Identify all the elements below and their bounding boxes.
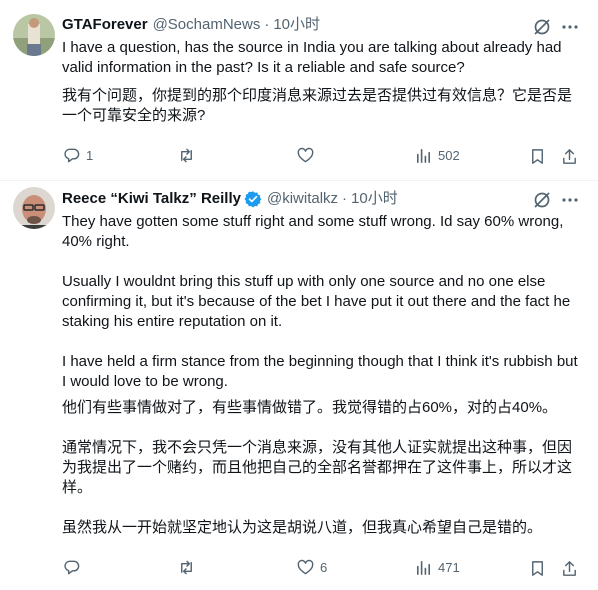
timestamp[interactable]: 10小时 [273,15,320,35]
views-button[interactable]: 471 [414,558,460,577]
separator-dot: · [342,190,348,207]
avatar[interactable] [13,187,55,229]
display-name[interactable]: GTAForever [62,15,148,35]
tweet-text-en-3: I have held a firm stance from the begin… [62,353,582,390]
retweet-button[interactable] [177,558,201,577]
tweet-text-zh-2: 通常情况下，我不会只凭一个消息来源，没有其他人证实就提出这种事，但因为我提出了一… [62,439,573,496]
reply-button[interactable]: 1 [62,146,93,165]
action-bar: 1 502 [62,146,582,170]
reply-count: 1 [86,148,94,163]
display-name[interactable]: Reece “Kiwi Talkz” Reilly [62,189,241,209]
like-count: 6 [320,560,328,575]
heart-icon [297,147,314,163]
retweet-button[interactable] [177,146,201,165]
separator-dot: · [264,16,270,33]
tweet-text-zh-3: 虽然我从一开始就坚定地认为这是胡说八道，但我真心希望自己是错的。 [62,519,543,536]
verified-badge-icon[interactable] [244,190,262,208]
tweet-text: I have a question, has the source in Ind… [62,38,582,126]
like-button[interactable]: 6 [296,558,327,577]
more-options-icon[interactable] [560,17,580,37]
like-button[interactable] [296,146,320,165]
tweet-text-zh: 我有个问题，你提到的那个印度消息来源过去是否提供过有效信息？它是否是一个可靠安全… [62,87,573,124]
tweet-2[interactable]: Reece “Kiwi Talkz” Reilly @kiwitalkz · 1… [0,181,598,590]
avatar[interactable] [13,14,55,56]
reply-button[interactable] [62,558,86,577]
tweet-text-zh-1: 他们有些事情做对了，有些事情做错了。我觉得错的占60%，对的占40%。 [62,399,558,416]
retweet-icon [181,560,192,575]
heart-icon [297,559,314,575]
user-handle[interactable]: @kiwitalkz [267,189,338,209]
bookmark-icon[interactable] [528,147,547,166]
retweet-icon [181,148,192,163]
views-count: 471 [438,560,460,575]
tweet-text-en: I have a question, has the source in Ind… [62,39,566,76]
tweet-header: Reece “Kiwi Talkz” Reilly @kiwitalkz · 1… [62,189,398,209]
views-icon [416,560,431,575]
views-icon [416,148,431,163]
tweet-text-en-1: They have gotten some stuff right and so… [62,213,568,250]
views-count: 502 [438,148,460,163]
grok-icon[interactable] [532,17,552,37]
action-bar: 6 471 [62,558,582,582]
timestamp[interactable]: 10小时 [351,189,398,209]
user-handle[interactable]: @SochamNews [153,15,261,35]
reply-icon [64,560,80,575]
tweet-1[interactable]: GTAForever @SochamNews · 10小时 I have a q… [0,0,598,180]
tweet-text-en-2: Usually I wouldnt bring this stuff up wi… [62,273,575,330]
tweet-header: GTAForever @SochamNews · 10小时 [62,15,320,35]
share-icon[interactable] [560,559,579,578]
bookmark-icon[interactable] [528,559,547,578]
tweet-text: They have gotten some stuff right and so… [62,212,582,538]
grok-icon[interactable] [532,190,552,210]
views-button[interactable]: 502 [414,146,460,165]
share-icon[interactable] [560,147,579,166]
more-options-icon[interactable] [560,190,580,210]
reply-icon [64,148,80,163]
